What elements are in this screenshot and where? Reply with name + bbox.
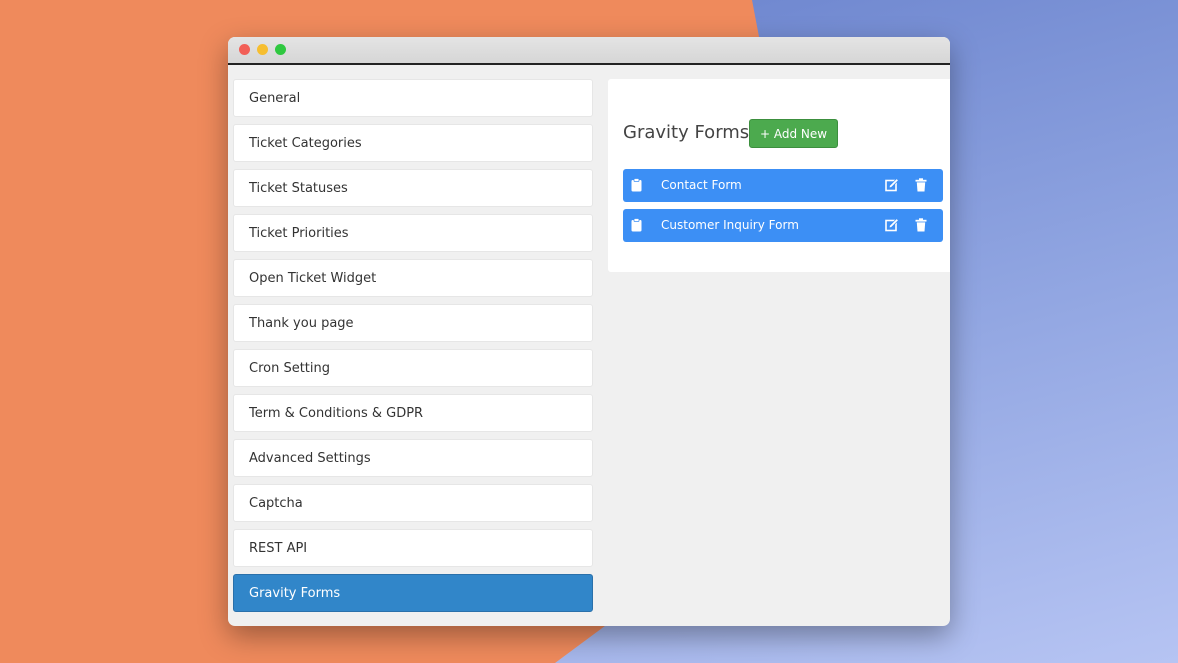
clipboard-icon — [631, 178, 642, 195]
sidebar-item-label: Ticket Priorities — [249, 225, 349, 241]
sidebar-item-label: Term & Conditions & GDPR — [249, 405, 424, 421]
sidebar-item-ticket-categories[interactable]: Ticket Categories — [233, 124, 593, 162]
form-name: Contact Form — [661, 178, 742, 192]
sidebar-item-cron-setting[interactable]: Cron Setting — [233, 349, 593, 387]
app-window: General Ticket Categories Ticket Statuse… — [228, 37, 950, 626]
trash-icon[interactable] — [915, 178, 927, 195]
edit-icon[interactable] — [885, 218, 899, 235]
sidebar-item-general[interactable]: General — [233, 79, 593, 117]
sidebar-item-label: Ticket Statuses — [249, 180, 348, 196]
page-title: Gravity Forms — [623, 122, 750, 143]
sidebar-item-label: Gravity Forms — [249, 585, 341, 601]
form-name: Customer Inquiry Form — [661, 218, 799, 232]
sidebar-item-label: REST API — [249, 540, 308, 556]
sidebar-item-ticket-statuses[interactable]: Ticket Statuses — [233, 169, 593, 207]
sidebar-item-label: Captcha — [249, 495, 303, 511]
gravity-forms-panel: Gravity Forms + Add New Contact Form Cus… — [608, 79, 950, 272]
sidebar-item-gravity-forms[interactable]: Gravity Forms — [233, 574, 593, 612]
close-window-button[interactable] — [239, 44, 250, 55]
add-new-button[interactable]: + Add New — [749, 119, 839, 148]
settings-sidebar: General Ticket Categories Ticket Statuse… — [233, 79, 593, 619]
sidebar-item-label: Ticket Categories — [249, 135, 362, 151]
edit-icon[interactable] — [885, 178, 899, 195]
maximize-window-button[interactable] — [275, 44, 286, 55]
window-titlebar — [228, 37, 950, 65]
form-row-customer-inquiry-form[interactable]: Customer Inquiry Form — [623, 209, 943, 242]
trash-icon[interactable] — [915, 218, 927, 235]
sidebar-item-rest-api[interactable]: REST API — [233, 529, 593, 567]
sidebar-item-terms-gdpr[interactable]: Term & Conditions & GDPR — [233, 394, 593, 432]
sidebar-item-label: Cron Setting — [249, 360, 331, 376]
sidebar-item-label: Thank you page — [249, 315, 354, 331]
form-row-contact-form[interactable]: Contact Form — [623, 169, 943, 202]
sidebar-item-captcha[interactable]: Captcha — [233, 484, 593, 522]
sidebar-item-thank-you-page[interactable]: Thank you page — [233, 304, 593, 342]
sidebar-item-advanced-settings[interactable]: Advanced Settings — [233, 439, 593, 477]
minimize-window-button[interactable] — [257, 44, 268, 55]
sidebar-item-label: Advanced Settings — [249, 450, 371, 466]
clipboard-icon — [631, 218, 642, 235]
sidebar-item-label: Open Ticket Widget — [249, 270, 377, 286]
sidebar-item-label: General — [249, 90, 301, 106]
sidebar-item-ticket-priorities[interactable]: Ticket Priorities — [233, 214, 593, 252]
sidebar-item-open-ticket-widget[interactable]: Open Ticket Widget — [233, 259, 593, 297]
